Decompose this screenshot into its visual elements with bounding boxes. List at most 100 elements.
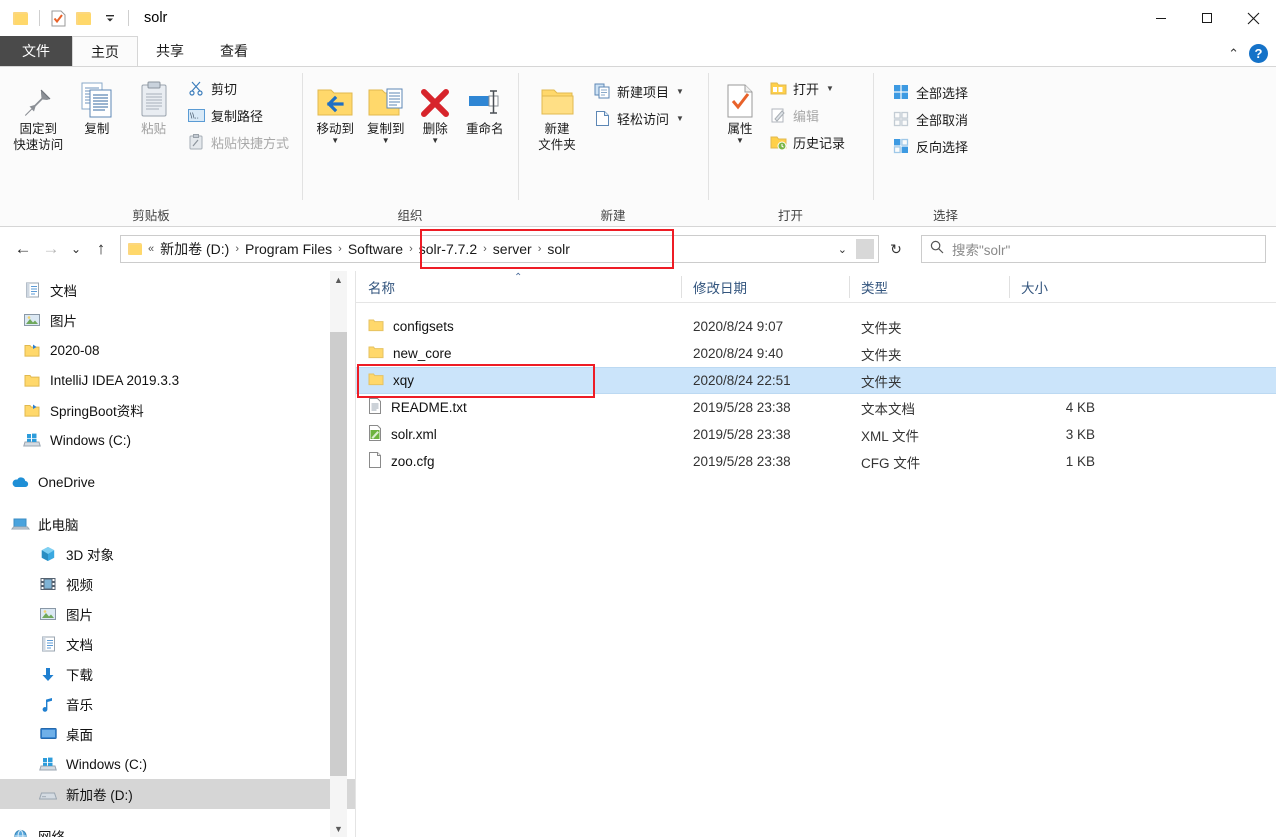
pin-label-line1: 固定到: [19, 122, 57, 136]
move-to-button[interactable]: 移动到 ▼: [310, 73, 360, 144]
collapse-ribbon-icon[interactable]: ⌃: [1228, 46, 1239, 62]
table-row[interactable]: configsets 2020/8/24 9:07 文件夹: [356, 313, 1276, 340]
file-name-cell: README.txt: [356, 398, 681, 417]
sidebar-item-this-pc[interactable]: 此电脑: [0, 509, 356, 539]
sidebar-item-2020-08[interactable]: 2020-08: [0, 335, 356, 365]
breadcrumb-item-2[interactable]: Software: [343, 241, 408, 257]
breadcrumb-item-1[interactable]: Program Files: [240, 241, 337, 257]
breadcrumb[interactable]: « 新加卷 (D:) › Program Files › Software › …: [120, 229, 879, 269]
sidebar-item-pictures-pc[interactable]: 图片: [0, 599, 356, 629]
file-type-cell: XML 文件: [861, 428, 920, 444]
sidebar-item-3d-objects[interactable]: 3D 对象: [0, 539, 356, 569]
invert-selection-label: 反向选择: [916, 139, 969, 155]
new-item-label: 新建项目: [617, 84, 670, 100]
sidebar-item-desktop[interactable]: 桌面: [0, 719, 356, 749]
easy-access-caret-icon: ▼: [676, 113, 684, 123]
table-row[interactable]: README.txt 2019/5/28 23:38 文本文档 4 KB: [356, 394, 1276, 421]
sidebar-item-label: Windows (C:): [66, 756, 148, 772]
sidebar-item-music[interactable]: 音乐: [0, 689, 356, 719]
sidebar-item-intellij-idea[interactable]: IntelliJ IDEA 2019.3.3: [0, 365, 356, 395]
copy-button[interactable]: 复制: [68, 73, 125, 138]
pin-to-quick-access-button[interactable]: 固定到 快速访问: [8, 73, 68, 153]
sidebar-item-onedrive[interactable]: OneDrive: [0, 467, 356, 497]
file-name-label: new_core: [393, 346, 452, 361]
file-size-cell: 3 KB: [1065, 427, 1095, 442]
sidebar-item-springboot[interactable]: SpringBoot资料: [0, 395, 356, 425]
paste-shortcut-button[interactable]: 粘贴快捷方式: [182, 130, 294, 154]
sidebar-item-new-volume-d[interactable]: 新加卷 (D:): [0, 779, 356, 809]
pictures-icon: [22, 311, 42, 329]
refresh-button[interactable]: ↻: [881, 241, 911, 258]
chevron-down-icon[interactable]: ⌄: [829, 243, 856, 256]
scroll-thumb[interactable]: [330, 332, 347, 776]
tab-file[interactable]: 文件: [0, 36, 72, 66]
copy-to-icon: [367, 77, 405, 119]
cut-button[interactable]: 剪切: [182, 76, 294, 100]
table-row[interactable]: zoo.cfg 2019/5/28 23:38 CFG 文件 1 KB: [356, 448, 1276, 475]
sidebar-scrollbar[interactable]: ▲ ▼: [330, 271, 347, 837]
customize-dropdown-icon[interactable]: [97, 5, 123, 31]
breadcrumb-item-4[interactable]: server: [488, 241, 537, 257]
copy-path-button[interactable]: \\.. 复制路径: [182, 103, 294, 127]
column-header-type[interactable]: 类型: [849, 271, 1009, 303]
breadcrumb-item-0[interactable]: 新加卷 (D:): [155, 239, 234, 259]
sidebar-item-videos[interactable]: 视频: [0, 569, 356, 599]
sidebar-item-documents[interactable]: 文档 📌: [0, 275, 356, 305]
sidebar-item-pictures[interactable]: 图片 📌: [0, 305, 356, 335]
column-header-date[interactable]: 修改日期: [681, 271, 849, 303]
sidebar-item-documents-pc[interactable]: 文档: [0, 629, 356, 659]
file-name-label: zoo.cfg: [391, 454, 435, 469]
minimize-button[interactable]: [1138, 0, 1184, 36]
tab-share[interactable]: 共享: [138, 36, 202, 66]
easy-access-button[interactable]: 轻松访问 ▼: [588, 106, 689, 130]
search-box[interactable]: 搜索"solr": [921, 235, 1266, 263]
select-all-label: 全部选择: [916, 85, 969, 101]
scroll-down-icon[interactable]: ▼: [330, 820, 347, 837]
forward-button[interactable]: →: [38, 236, 64, 262]
sidebar-item-network[interactable]: 网络: [0, 821, 356, 837]
new-small-buttons: 新建项目 ▼ 轻松访问 ▼: [588, 73, 689, 130]
delete-button[interactable]: 删除 ▼: [411, 73, 460, 144]
sidebar-item-downloads[interactable]: 下载: [0, 659, 356, 689]
history-button[interactable]: 历史记录: [764, 130, 850, 154]
table-row[interactable]: solr.xml 2019/5/28 23:38 XML 文件 3 KB: [356, 421, 1276, 448]
tab-view[interactable]: 查看: [202, 36, 266, 66]
up-button[interactable]: ↑: [88, 236, 114, 262]
column-header-name[interactable]: 名称 ⌃: [356, 271, 681, 303]
select-none-button[interactable]: 全部取消: [887, 107, 973, 131]
search-input[interactable]: 搜索"solr": [952, 239, 1010, 259]
sidebar-item-windows-c[interactable]: Windows (C:): [0, 425, 356, 455]
scroll-up-icon[interactable]: ▲: [330, 271, 347, 288]
invert-selection-button[interactable]: 反向选择: [887, 134, 973, 158]
properties-icon[interactable]: [45, 5, 71, 31]
sort-ascending-icon: ⌃: [514, 271, 523, 283]
help-button[interactable]: ?: [1249, 44, 1268, 63]
edit-icon: [769, 106, 787, 124]
select-all-button[interactable]: 全部选择: [887, 80, 973, 104]
maximize-button[interactable]: [1184, 0, 1230, 36]
breadcrumb-dropdown-area: ⌄: [829, 239, 874, 259]
open-button[interactable]: 打开 ▼: [764, 76, 850, 100]
drive-icon: [38, 785, 58, 803]
rename-button[interactable]: 重命名: [460, 73, 510, 138]
paste-button[interactable]: 粘贴: [125, 73, 182, 138]
tab-home[interactable]: 主页: [72, 36, 138, 66]
new-item-button[interactable]: 新建项目 ▼: [588, 79, 689, 103]
recent-locations-button[interactable]: ⌄: [66, 236, 86, 262]
breadcrumb-item-3[interactable]: solr-7.7.2: [414, 241, 482, 257]
close-button[interactable]: [1230, 0, 1276, 36]
properties-button[interactable]: 属性 ▼: [716, 73, 764, 144]
edit-button[interactable]: 编辑: [764, 103, 850, 127]
new-folder-button[interactable]: 新建 文件夹: [526, 73, 588, 153]
sidebar-item-windows-c-pc[interactable]: Windows (C:): [0, 749, 356, 779]
cut-label: 剪切: [211, 81, 238, 97]
copy-to-button[interactable]: 复制到 ▼: [360, 73, 410, 144]
folder-icon[interactable]: [8, 5, 34, 31]
breadcrumb-item-5[interactable]: solr: [542, 241, 575, 257]
table-row[interactable]: xqy 2020/8/24 22:51 文件夹: [356, 364, 1276, 398]
back-button[interactable]: ←: [10, 236, 36, 262]
table-row[interactable]: new_core 2020/8/24 9:40 文件夹: [356, 340, 1276, 367]
new-folder-icon[interactable]: [71, 5, 97, 31]
file-size-cell: 1 KB: [1065, 454, 1095, 469]
column-header-size[interactable]: 大小: [1009, 271, 1109, 303]
